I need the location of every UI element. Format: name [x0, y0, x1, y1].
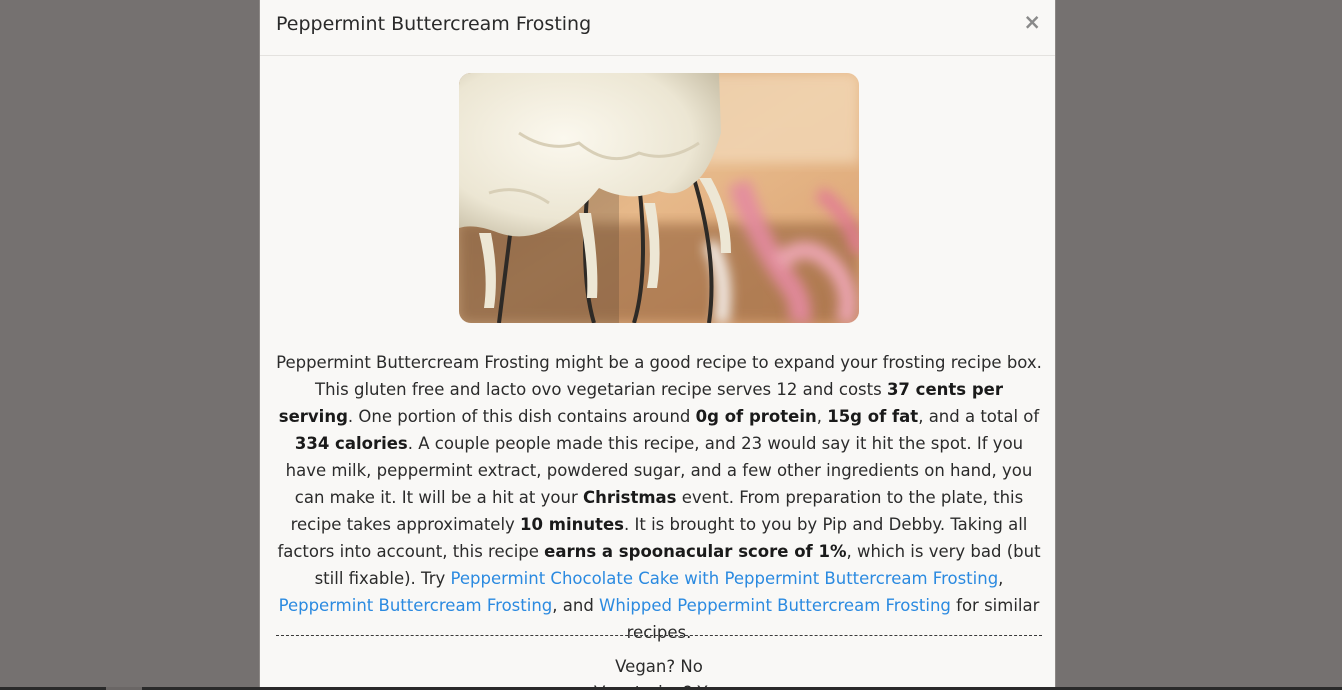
recipe-modal: Peppermint Buttercream Frosting × Pepper… [259, 0, 1056, 690]
modal-title: Peppermint Buttercream Frosting [276, 13, 592, 35]
similar-recipe-link-3[interactable]: Whipped Peppermint Buttercream Frosting [599, 596, 951, 615]
recipe-image [459, 73, 859, 323]
summary-text: , [998, 569, 1004, 588]
summary-text: , and [552, 596, 600, 615]
similar-recipe-link-2[interactable]: Peppermint Buttercream Frosting [279, 596, 553, 615]
similar-recipe-link-1[interactable]: Peppermint Chocolate Cake with Peppermin… [451, 569, 999, 588]
vegan-info: Vegan? No [615, 657, 703, 676]
close-button[interactable]: × [1023, 8, 1041, 36]
modal-header: Peppermint Buttercream Frosting × [260, 0, 1055, 56]
prep-time: 10 minutes [520, 515, 624, 534]
protein-amount: 0g of protein [695, 407, 817, 426]
summary-text: , [816, 407, 828, 426]
recipe-summary: Peppermint Buttercream Frosting might be… [276, 349, 1042, 646]
occasion: Christmas [582, 488, 677, 507]
calories-amount: 334 calories [294, 434, 408, 453]
section-divider [276, 635, 1042, 636]
spoonacular-score: earns a spoonacular score of 1% [544, 542, 847, 561]
summary-text: , and a total of [918, 407, 1040, 426]
summary-text: . One portion of this dish contains arou… [347, 407, 696, 426]
fat-amount: 15g of fat [827, 407, 919, 426]
